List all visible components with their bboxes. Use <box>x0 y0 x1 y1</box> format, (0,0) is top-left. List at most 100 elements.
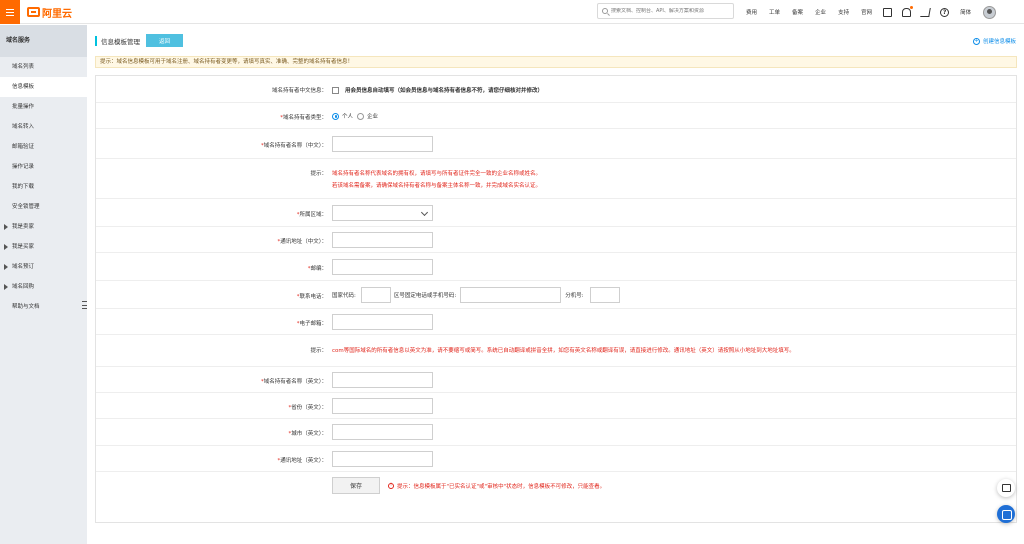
main-content: 信息模板管理 返回 + 创建信息模板 提示：域名信息模板可用于域名注册、域名持有… <box>87 25 1024 544</box>
row-owner-cn-info: 域名持有者中文信息： 用会员信息自动填写（如会员信息与域名持有者信息不符，请您仔… <box>96 76 1016 103</box>
language-switch[interactable]: 简体 <box>960 8 971 16</box>
extension-input[interactable] <box>589 287 620 303</box>
sidebar-item-buyback[interactable]: 域名回购 <box>0 277 87 297</box>
row-owner-name-en: *域名持有者名称（英文）： <box>96 367 1016 393</box>
nav-icp[interactable]: 备案 <box>792 8 803 16</box>
tip1-label: 提示： <box>310 171 327 177</box>
country-code-label: 国家代码: <box>332 293 356 299</box>
bell-icon[interactable] <box>902 5 914 17</box>
sidebar: 域名服务 域名列表 信息模板 批量操作 域名转入 邮箱验证 操作记录 我的下载 … <box>0 25 87 544</box>
sidebar-title: 域名服务 <box>0 25 87 57</box>
owner-type-label: *域名持有者类型： <box>280 115 327 121</box>
address-en-label: *通讯地址（英文）： <box>277 458 327 464</box>
sidebar-item-domain-list[interactable]: 域名列表 <box>0 57 87 77</box>
radio-enterprise[interactable] <box>357 112 365 120</box>
search-box[interactable] <box>597 3 734 19</box>
radio-enterprise-label[interactable]: 企业 <box>367 112 378 120</box>
cart-icon[interactable] <box>920 7 931 17</box>
row-tip1: 提示： 域名持有者名称代表域名的拥有权，请填写与所有者证件完全一致的企业名称或姓… <box>96 159 1016 199</box>
save-controls: 保存 ! 提示：信息模板属于"已实名认证"或"审核中"状态时，信息模板不可修改，… <box>332 477 605 494</box>
province-en-label: *省份（英文）： <box>288 405 327 411</box>
sidebar-item-downloads[interactable]: 我的下载 <box>0 177 87 197</box>
city-en-input[interactable] <box>332 424 433 440</box>
sidebar-item-seller[interactable]: 我是卖家 <box>0 217 87 237</box>
save-button[interactable]: 保存 <box>332 477 380 494</box>
logo-text: 阿里云 <box>42 8 72 20</box>
owner-name-cn-label: *域名持有者名称（中文）： <box>260 143 327 149</box>
sidebar-item-operation-log[interactable]: 操作记录 <box>0 157 87 177</box>
notice-banner: 提示：域名信息模板可用于域名注册、域名持有者变更等，请填写真实、准确、完整的域名… <box>95 56 1017 68</box>
aliyun-logo[interactable]: 阿里云 <box>27 5 72 20</box>
row-phone: *联系电话： 国家代码: 区号固定电话或手机号码: 分机号: <box>96 281 1016 309</box>
sidebar-item-email-verify[interactable]: 邮箱验证 <box>0 137 87 157</box>
help-icon[interactable]: ? <box>940 7 950 17</box>
email-label: *电子邮箱： <box>296 321 327 327</box>
page-title: 信息模板管理 <box>101 37 140 46</box>
row-address-cn: *通讯地址（中文）： <box>96 227 1016 253</box>
phone-label: *联系电话： <box>296 294 327 300</box>
sidebar-item-transfer-in[interactable]: 域名转入 <box>0 117 87 137</box>
tip1-line2: 若该域名需备案，请确保域名持有者名称与备案主体名称一致，并完成域名实名认证。 <box>332 183 542 189</box>
save-tip: 提示：信息模板属于"已实名认证"或"审核中"状态时，信息模板不可修改，只能查看。 <box>397 483 606 490</box>
title-accent <box>95 35 97 46</box>
address-cn-input[interactable] <box>332 232 433 248</box>
sidebar-item-help[interactable]: 帮助与文档 <box>0 297 87 317</box>
address-cn-label: *通讯地址（中文）： <box>277 239 327 245</box>
template-form: 域名持有者中文信息： 用会员信息自动填写（如会员信息与域名持有者信息不符，请您仔… <box>95 75 1017 523</box>
city-en-label: *城市（英文）： <box>288 431 327 437</box>
autofill-checkbox[interactable] <box>332 86 339 94</box>
apps-icon[interactable] <box>997 505 1015 523</box>
extension-label: 分机号: <box>565 293 584 299</box>
owner-name-en-label: *域名持有者名称（英文）： <box>260 379 327 385</box>
tip1-line1: 域名持有者名称代表域名的拥有权，请填写与所有者证件完全一致的企业名称或姓名。 <box>332 171 542 177</box>
email-input[interactable] <box>332 314 433 330</box>
country-code-input[interactable] <box>360 287 391 303</box>
nav-tickets[interactable]: 工单 <box>769 8 780 16</box>
row-owner-name-cn: *域名持有者名称（中文）： <box>96 129 1016 159</box>
sidebar-item-buyer[interactable]: 我是买家 <box>0 237 87 257</box>
area-phone-label: 区号固定电话或手机号码: <box>393 293 457 299</box>
menu-icon[interactable] <box>0 0 20 24</box>
owner-name-cn-input[interactable] <box>332 136 433 152</box>
create-template-label: 创建信息模板 <box>982 39 1016 45</box>
avatar[interactable] <box>983 5 997 19</box>
owner-cn-info-label: 域名持有者中文信息： <box>271 88 327 94</box>
chat-icon[interactable] <box>997 479 1015 497</box>
nav-enterprise[interactable]: 企业 <box>815 8 826 16</box>
owner-name-en-input[interactable] <box>332 372 433 388</box>
phone-number-input[interactable] <box>460 287 562 303</box>
postcode-input[interactable] <box>332 259 433 275</box>
nav-fees[interactable]: 费用 <box>746 8 757 16</box>
region-select[interactable] <box>332 205 433 221</box>
nav-support[interactable]: 支持 <box>838 8 849 16</box>
radio-individual[interactable] <box>332 112 339 120</box>
chevron-down-icon <box>420 208 429 217</box>
tip1-text: 域名持有者名称代表域名的拥有权，请填写与所有者证件完全一致的企业名称或姓名。 若… <box>332 168 541 192</box>
sidebar-item-security-lock[interactable]: 安全锁管理 <box>0 197 87 217</box>
search-icon[interactable] <box>602 8 608 14</box>
console-icon[interactable] <box>883 7 893 17</box>
tip2-text: com等国际域名的所有者信息以英文为准，请不要缩写或简写。系统已自动翻译或拼音全… <box>332 348 795 354</box>
owner-type-radios: 个人 企业 <box>332 112 378 120</box>
sidebar-item-batch[interactable]: 批量操作 <box>0 97 87 117</box>
top-bar: 阿里云 费用 工单 备案 企业 支持 官网 ? 简体 <box>0 0 1024 24</box>
radio-individual-label[interactable]: 个人 <box>342 112 353 120</box>
row-postcode: *邮编： <box>96 253 1016 281</box>
top-nav: 费用 工单 备案 企业 支持 官网 ? 简体 <box>740 0 997 24</box>
autofill-text: 用会员信息自动填写（如会员信息与域名持有者信息不符，请您仔细核对并修改） <box>345 88 544 94</box>
search-input[interactable] <box>611 8 731 14</box>
nav-official-site[interactable]: 官网 <box>861 8 872 16</box>
sidebar-item-info-template[interactable]: 信息模板 <box>0 77 87 97</box>
create-template-link[interactable]: + 创建信息模板 <box>972 37 1016 45</box>
warning-icon: ! <box>388 482 394 489</box>
back-button[interactable]: 返回 <box>146 34 183 47</box>
row-city-en: *城市（英文）： <box>96 419 1016 446</box>
phone-controls: 国家代码: 区号固定电话或手机号码: 分机号: <box>332 287 620 303</box>
address-en-input[interactable] <box>332 451 433 467</box>
province-en-input[interactable] <box>332 398 433 414</box>
sidebar-item-reservation[interactable]: 域名预订 <box>0 257 87 277</box>
page-header: 信息模板管理 返回 <box>95 34 183 47</box>
tip2-label: 提示： <box>310 348 327 354</box>
row-tip2: 提示： com等国际域名的所有者信息以英文为准，请不要缩写或简写。系统已自动翻译… <box>96 335 1016 367</box>
row-owner-type: *域名持有者类型： 个人 企业 <box>96 103 1016 129</box>
